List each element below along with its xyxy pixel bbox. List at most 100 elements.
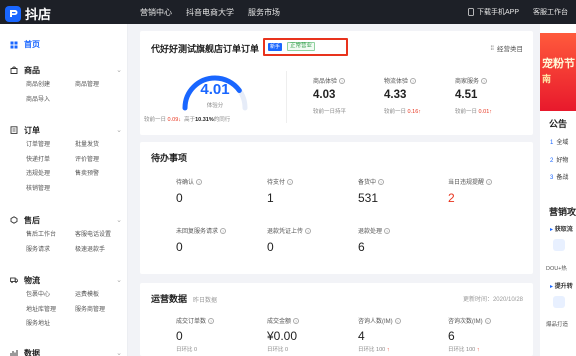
sidebar-item-service-address[interactable]: 服务地址 — [26, 317, 75, 332]
help-icon[interactable]: ? — [378, 178, 385, 185]
sidebar-item-provider-manage[interactable]: 服务商管理 — [75, 303, 130, 318]
nav-university[interactable]: 抖音电商大学 — [186, 7, 234, 18]
compare-pct: 10.31% — [195, 117, 214, 123]
todo-item[interactable]: 未回复服务请求? 0 — [176, 226, 266, 254]
sidebar-item-aftersale-workbench[interactable]: 售后工作台 — [26, 228, 75, 243]
sidebar-item-service-phone[interactable]: 客服电话设置 — [75, 228, 130, 243]
notice-text: 好物 — [556, 158, 569, 164]
notice-item[interactable]: 2 好物 — [550, 155, 568, 164]
promo-banner[interactable]: 宠粉节 南 — [540, 33, 576, 111]
sidebar-item-freight-template[interactable]: 运费模板 — [75, 288, 130, 303]
sidebar-home-label: 首页 — [24, 40, 40, 49]
ops-label: 咨询人数(IM) — [358, 319, 393, 325]
help-icon[interactable]: ? — [481, 77, 488, 84]
notice-number: 1 — [550, 140, 554, 146]
metric-label: 商家服务 — [455, 79, 480, 85]
todo-item[interactable]: 待支付? 1 — [267, 177, 357, 205]
sidebar-item-package-center[interactable]: 包裹中心 — [26, 288, 75, 303]
help-icon[interactable]: ? — [287, 178, 294, 185]
compare-prefix: 较前一日 — [144, 117, 167, 123]
ops-item: 成交金额? ¥0.00 日环比 0 — [267, 316, 357, 353]
improve-conversion-label[interactable]: ▸ 提升转 — [550, 281, 573, 290]
sidebar-item-express-print[interactable]: 快递打单 — [26, 153, 75, 168]
shop-title: 代好好测试旗舰店订单订单 — [151, 44, 260, 54]
help-icon[interactable]: ? — [196, 178, 203, 185]
sidebar-item-fast-refund[interactable]: 极速退款手 — [75, 243, 130, 258]
notice-item[interactable]: 1 全域 — [550, 137, 568, 146]
sidebar-item-sale-warning[interactable]: 售卖预警 — [75, 167, 130, 182]
compare-mid: 高于 — [184, 117, 196, 123]
hot-product-icon[interactable] — [553, 296, 565, 308]
brand-logo[interactable]: 抖店 — [5, 4, 51, 23]
todo-item[interactable]: 退款处理? 6 — [358, 226, 448, 254]
ops-value: ¥0.00 — [267, 329, 298, 343]
data-icon — [10, 350, 18, 356]
todo-item[interactable]: 待确认? 0 — [176, 177, 266, 205]
todo-item[interactable]: 当日违规提醒? 2 — [448, 177, 538, 205]
ops-label: 成交金额 — [267, 319, 292, 325]
help-icon[interactable]: ? — [384, 227, 391, 234]
workbench-link[interactable]: 客服工作台 — [533, 7, 568, 17]
sidebar-item-address-manage[interactable]: 地址库管理 — [26, 303, 75, 318]
dou-plus-icon[interactable] — [553, 239, 565, 251]
sidebar-head-label: 订单 — [24, 125, 40, 135]
ops-updated-time: 更新时间：2020/10/28 — [462, 297, 523, 303]
sidebar-item-order-manage[interactable]: 订单管理 — [26, 138, 75, 153]
help-icon[interactable]: ? — [220, 227, 227, 234]
ops-compare: 日环比 0 — [176, 345, 266, 353]
experience-score: 4.01 — [200, 81, 230, 98]
acquire-label: 获取流 — [554, 227, 573, 233]
ops-label: 成交订单数 — [176, 319, 207, 325]
help-icon[interactable]: ? — [394, 317, 401, 324]
sidebar-head-aftersale[interactable]: 售后 ⌄ — [10, 214, 122, 226]
experience-score-label: 体验分 — [206, 103, 224, 109]
todo-item[interactable]: 退款凭证上传? 0 — [267, 226, 357, 254]
help-icon[interactable]: ? — [484, 317, 491, 324]
notice-text: 全域 — [556, 140, 569, 146]
sidebar-item-review-manage[interactable]: 评价管理 — [75, 153, 130, 168]
todo-label: 退款处理 — [358, 229, 383, 235]
todo-value: 2 — [448, 191, 455, 205]
help-icon[interactable]: ? — [486, 178, 493, 185]
help-icon[interactable]: ? — [305, 227, 312, 234]
sidebar-head-order[interactable]: 订单 ⌄ — [10, 124, 122, 136]
sidebar-item-goods-manage[interactable]: 商品管理 — [75, 78, 130, 93]
help-icon[interactable]: ? — [339, 77, 346, 84]
todo-item[interactable]: 备货中? 531 — [358, 177, 448, 205]
metric-value: 4.33 — [384, 89, 407, 101]
divider — [286, 71, 287, 123]
metric-logistics: 物流体验? 4.33 较前一日 0.16↑ — [384, 76, 464, 115]
sidebar-group-goods: 商品 ⌄ 商品创建 商品管理 商品导入 — [10, 64, 122, 107]
business-category-link[interactable]: ⁞⁞ 经营类目 — [490, 43, 523, 54]
sidebar-head-label: 数据 — [24, 348, 40, 356]
metric-value: 4.51 — [455, 89, 478, 101]
sidebar-head-logistics[interactable]: 物流 ⌄ — [10, 274, 122, 286]
help-icon[interactable]: ? — [410, 77, 417, 84]
todo-label: 当日违规提醒 — [448, 180, 485, 186]
nav-marketing[interactable]: 营销中心 — [140, 7, 172, 18]
top-bar: 抖店 营销中心 抖音电商大学 服务市场 下载手机APP 客服工作台 — [0, 0, 576, 24]
ops-item: 成交订单数? 0 日环比 0 — [176, 316, 266, 353]
notice-item[interactable]: 3 备战 — [550, 172, 568, 181]
ops-value: 6 — [448, 329, 455, 343]
sidebar-item-service-request[interactable]: 服务请求 — [26, 243, 75, 258]
ops-compare: 日环比 100 ↑ — [448, 345, 538, 353]
help-icon[interactable]: ? — [293, 317, 300, 324]
brand-name: 抖店 — [25, 7, 52, 22]
help-icon[interactable]: ? — [208, 317, 215, 324]
nav-service-market[interactable]: 服务市场 — [248, 7, 280, 18]
sidebar-head-data[interactable]: 数据 ⌄ — [10, 347, 122, 356]
acquire-traffic-label[interactable]: ▸ 获取流 — [550, 224, 573, 233]
ops-label: 咨询次数(IM) — [448, 319, 483, 325]
sidebar-item-violation[interactable]: 违规处理 — [26, 167, 75, 182]
download-app-link[interactable]: 下载手机APP — [468, 7, 519, 17]
sidebar-item-home[interactable]: 首页 — [10, 39, 40, 50]
sidebar-item-goods-import[interactable]: 商品导入 — [26, 93, 75, 108]
ops-compare-text: 日环比 100 — [448, 347, 476, 353]
sidebar-head-goods[interactable]: 商品 ⌄ — [10, 64, 122, 76]
sidebar-item-goods-create[interactable]: 商品创建 — [26, 78, 75, 93]
sidebar-item-verify-manage[interactable]: 核销管理 — [26, 182, 75, 197]
sidebar-item-batch-ship[interactable]: 批量发货 — [75, 138, 130, 153]
notice-text: 备战 — [556, 175, 569, 181]
ops-subtitle: 昨日数据 — [193, 298, 218, 304]
